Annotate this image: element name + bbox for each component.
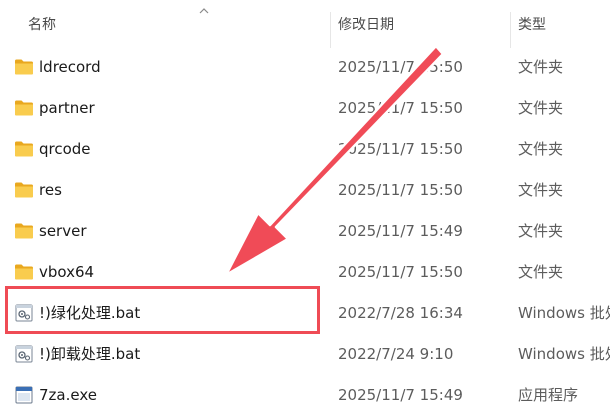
file-date: 2025/11/7 15:50 bbox=[338, 58, 463, 76]
file-date: 2022/7/24 9:10 bbox=[338, 345, 454, 363]
file-row-qrcode[interactable]: qrcode 2025/11/7 15:50 文件夹 bbox=[0, 129, 610, 170]
column-header-bar: 名称 修改日期 类型 bbox=[0, 0, 610, 48]
file-row-7za-exe[interactable]: 7za.exe 2025/11/7 15:49 应用程序 bbox=[0, 375, 610, 414]
file-row-ldrecord[interactable]: ldrecord 2025/11/7 15:50 文件夹 bbox=[0, 47, 610, 88]
folder-icon bbox=[15, 182, 33, 198]
file-row-green-bat[interactable]: !)绿化处理.bat 2022/7/28 16:34 Windows 批处理文件 bbox=[0, 293, 610, 334]
folder-icon bbox=[15, 59, 33, 75]
file-name: res bbox=[39, 181, 62, 199]
file-row-server[interactable]: server 2025/11/7 15:49 文件夹 bbox=[0, 211, 610, 252]
file-row-uninstall-bat[interactable]: !)卸载处理.bat 2022/7/24 9:10 Windows 批处理文件 bbox=[0, 334, 610, 375]
name-column-label: 名称 bbox=[28, 17, 56, 33]
file-name: ldrecord bbox=[39, 58, 101, 76]
folder-icon bbox=[15, 223, 33, 239]
file-type: 文件夹 bbox=[518, 181, 564, 199]
file-explorer-window: 名称 修改日期 类型 ldrecord 2025/11/7 15:50 文件夹 bbox=[0, 0, 610, 414]
file-name: server bbox=[39, 222, 87, 240]
file-type: 文件夹 bbox=[518, 222, 564, 240]
file-date: 2025/11/7 15:49 bbox=[338, 222, 463, 240]
file-type: Windows 批处理文件 bbox=[518, 345, 610, 363]
exe-file-icon bbox=[15, 386, 33, 404]
folder-icon bbox=[15, 141, 33, 157]
file-type: Windows 批处理文件 bbox=[518, 304, 610, 322]
file-type: 文件夹 bbox=[518, 58, 564, 76]
file-date: 2025/11/7 15:50 bbox=[338, 263, 463, 281]
sort-ascending-icon bbox=[199, 8, 209, 14]
file-type: 文件夹 bbox=[518, 140, 564, 158]
file-name: partner bbox=[39, 99, 95, 117]
file-name: qrcode bbox=[39, 140, 91, 158]
file-date: 2025/11/7 15:50 bbox=[338, 99, 463, 117]
batch-file-icon bbox=[15, 304, 33, 322]
date-column-header[interactable]: 修改日期 bbox=[338, 0, 508, 48]
column-separator[interactable] bbox=[330, 12, 331, 48]
name-column-header[interactable]: 名称 bbox=[28, 0, 328, 48]
date-column-label: 修改日期 bbox=[338, 17, 394, 33]
file-date: 2022/7/28 16:34 bbox=[338, 304, 463, 322]
file-row-res[interactable]: res 2025/11/7 15:50 文件夹 bbox=[0, 170, 610, 211]
file-list: ldrecord 2025/11/7 15:50 文件夹 partner 202… bbox=[0, 47, 610, 414]
folder-icon bbox=[15, 264, 33, 280]
file-row-vbox64[interactable]: vbox64 2025/11/7 15:50 文件夹 bbox=[0, 252, 610, 293]
file-date: 2025/11/7 15:49 bbox=[338, 386, 463, 404]
file-date: 2025/11/7 15:50 bbox=[338, 140, 463, 158]
batch-file-icon bbox=[15, 345, 33, 363]
column-separator[interactable] bbox=[510, 12, 511, 48]
file-name: 7za.exe bbox=[39, 386, 97, 404]
folder-icon bbox=[15, 100, 33, 116]
file-name: vbox64 bbox=[39, 263, 95, 281]
file-type: 文件夹 bbox=[518, 99, 564, 117]
type-column-header[interactable]: 类型 bbox=[518, 0, 610, 48]
file-name: !)卸载处理.bat bbox=[39, 345, 141, 363]
file-type: 应用程序 bbox=[518, 386, 579, 404]
file-name: !)绿化处理.bat bbox=[39, 304, 141, 322]
file-date: 2025/11/7 15:50 bbox=[338, 181, 463, 199]
file-type: 文件夹 bbox=[518, 263, 564, 281]
type-column-label: 类型 bbox=[518, 17, 546, 33]
file-row-partner[interactable]: partner 2025/11/7 15:50 文件夹 bbox=[0, 88, 610, 129]
